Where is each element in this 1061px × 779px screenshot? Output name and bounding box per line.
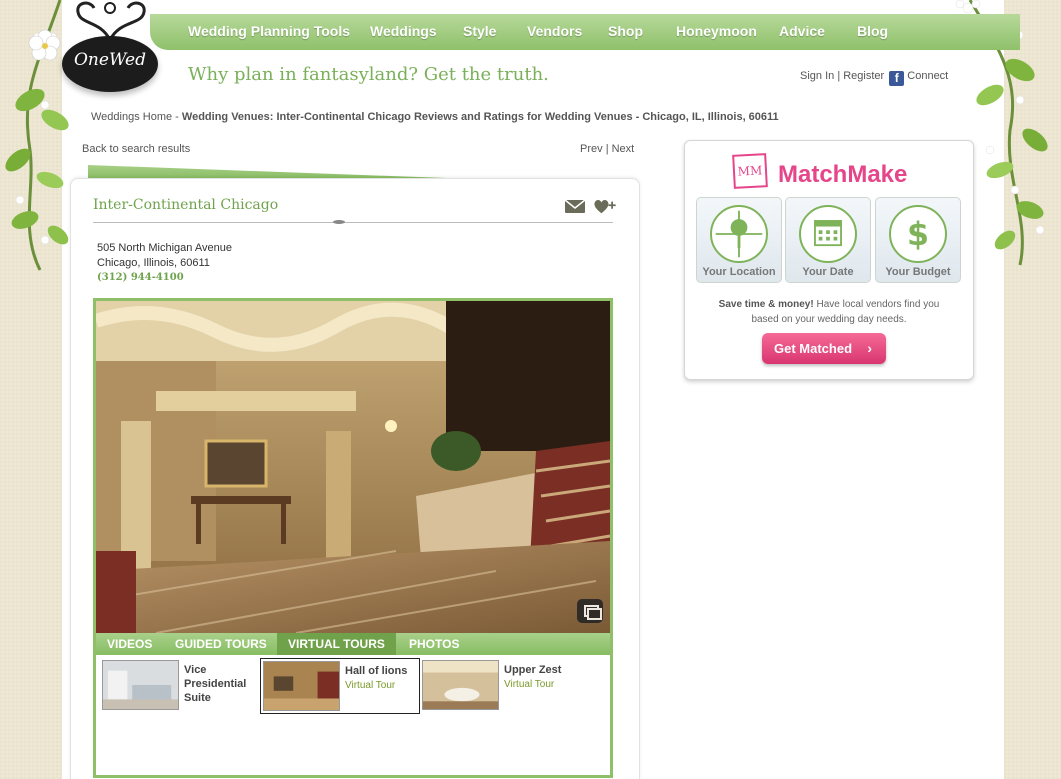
venue-address: 505 North Michigan Avenue Chicago, Illin… (97, 241, 232, 271)
facebook-connect-link[interactable]: Connect (907, 70, 948, 82)
nav-vendors[interactable]: Vendors (527, 23, 582, 39)
logo-text: OneWed (74, 50, 146, 70)
venue-phone: (312) 944-4100 (97, 272, 184, 283)
get-matched-button[interactable]: Get Matched › (762, 333, 886, 364)
card-label: Your Budget (885, 266, 951, 278)
thumbnail-title: Vice Presidential Suite (184, 664, 247, 704)
main-nav: Wedding Planning Tools Weddings Style Ve… (150, 14, 1020, 50)
thumbnail-image (263, 661, 340, 711)
address-line-1: 505 North Michigan Avenue (97, 242, 232, 254)
thumbnail-image (422, 660, 499, 710)
next-link[interactable]: Next (612, 143, 635, 155)
breadcrumb-home-link[interactable]: Weddings Home (91, 111, 172, 123)
nav-style[interactable]: Style (463, 23, 496, 39)
venue-photo[interactable] (96, 301, 610, 633)
venue-name: Inter-Continental Chicago (93, 197, 279, 213)
card-label: Your Location (702, 266, 776, 278)
calendar-icon (799, 205, 857, 263)
thumbnail-subtitle: Virtual Tour (504, 679, 555, 690)
thumbnail-title: Hall of lions (345, 665, 408, 677)
dollar-icon: $ (889, 205, 947, 263)
address-line-2: Chicago, Illinois, 60611 (97, 257, 210, 269)
matchmake-budget-card[interactable]: $ Your Budget (875, 197, 961, 283)
thumbnail-hall-of-lions[interactable]: Hall of lions Virtual Tour (260, 658, 420, 714)
onewed-logo[interactable]: OneWed (62, 36, 158, 92)
nav-advice[interactable]: Advice (779, 23, 825, 39)
tab-guided-tours[interactable]: GUIDED TOURS (164, 633, 278, 655)
tab-photos[interactable]: PHOTOS (398, 633, 470, 655)
account-links: Sign In | Register f Connect (800, 70, 948, 86)
title-divider (93, 220, 613, 224)
matchmake-description: Save time & money! Have local vendors fi… (709, 297, 949, 327)
get-matched-label: Get Matched (774, 341, 853, 356)
facebook-icon[interactable]: f (889, 71, 905, 86)
prev-link[interactable]: Prev (580, 143, 603, 155)
mail-icon[interactable] (564, 199, 586, 215)
nav-shop[interactable]: Shop (608, 23, 643, 39)
back-to-results-link[interactable]: Back to search results (82, 143, 190, 155)
breadcrumb-current: Wedding Venues: Inter-Continental Chicag… (181, 111, 779, 123)
account-separator: | (837, 70, 841, 82)
nav-wedding-planning-tools[interactable]: Wedding Planning Tools (188, 23, 350, 39)
matchmake-widget: MM MatchMake Your Location Your Date $ Y… (684, 140, 974, 380)
tagline: Why plan in fantasyland? Get the truth. (188, 64, 549, 85)
expand-icon[interactable] (577, 599, 603, 623)
register-link[interactable]: Register (843, 70, 884, 82)
thumbnail-subtitle: Virtual Tour (345, 680, 396, 691)
location-pin-icon (710, 205, 768, 263)
breadcrumb: Weddings Home - Wedding Venues: Inter-Co… (91, 111, 779, 123)
svg-text:$: $ (907, 217, 929, 253)
matchmake-date-card[interactable]: Your Date (785, 197, 871, 283)
thumbnail-title: Upper Zest (504, 664, 562, 676)
nav-blog[interactable]: Blog (857, 23, 888, 39)
thumbnail-upper-zest[interactable]: Upper Zest Virtual Tour (420, 658, 580, 714)
matchmake-logo: MM (732, 153, 768, 189)
logo-flower-icon (28, 29, 61, 61)
matchmake-description-bold: Save time & money! (718, 299, 814, 310)
logo-hanger-decoration (76, 1, 146, 40)
prev-next-separator: | (605, 143, 609, 155)
nav-weddings[interactable]: Weddings (370, 23, 437, 39)
media-tabs: VIDEOS GUIDED TOURS VIRTUAL TOURS PHOTOS (96, 633, 610, 655)
chevron-right-icon: › (867, 340, 872, 356)
media-viewer: VIDEOS GUIDED TOURS VIRTUAL TOURS PHOTOS… (93, 298, 613, 778)
thumbnail-image (102, 660, 179, 710)
matchmake-title: MatchMake (778, 161, 908, 188)
heart-plus-icon[interactable] (591, 199, 619, 215)
sign-in-link[interactable]: Sign In (800, 70, 834, 82)
thumbnail-vice-presidential-suite[interactable]: Vice Presidential Suite (100, 658, 256, 714)
tab-virtual-tours[interactable]: VIRTUAL TOURS (277, 633, 396, 655)
nav-honeymoon[interactable]: Honeymoon (676, 23, 757, 39)
tab-videos[interactable]: VIDEOS (96, 633, 163, 655)
card-label: Your Date (802, 266, 854, 278)
breadcrumb-separator: - (172, 111, 182, 123)
prev-next-nav: Prev | Next (580, 143, 634, 155)
matchmake-location-card[interactable]: Your Location (696, 197, 782, 283)
